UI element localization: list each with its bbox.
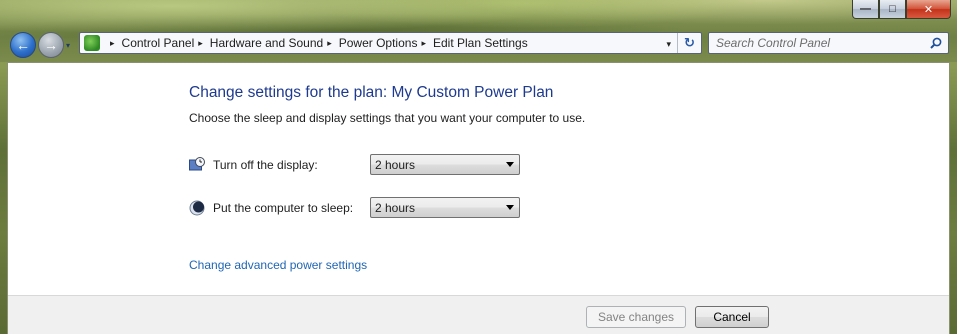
footer: Save changes Cancel: [8, 296, 949, 334]
breadcrumb-edit-plan-settings[interactable]: Edit Plan Settings: [433, 36, 528, 50]
forward-button[interactable]: →: [38, 32, 64, 58]
back-button[interactable]: ←: [10, 32, 36, 58]
sleep-timeout-select[interactable]: 2 hours: [370, 197, 520, 218]
refresh-icon: ↻: [684, 35, 695, 50]
sleep-timeout-row: Put the computer to sleep: 2 hours: [189, 197, 520, 218]
control-panel-icon: [84, 35, 100, 51]
advanced-power-settings-link[interactable]: Change advanced power settings: [189, 258, 367, 272]
content-pane: Change settings for the plan: My Custom …: [7, 62, 950, 334]
forward-arrow-icon: →: [44, 37, 58, 53]
search-input[interactable]: [716, 36, 916, 50]
display-timeout-label: Turn off the display:: [213, 157, 318, 172]
page-title: Change settings for the plan: My Custom …: [189, 84, 554, 101]
address-history-dropdown[interactable]: ▾: [666, 39, 671, 50]
display-clock-icon: [189, 156, 205, 170]
save-changes-button[interactable]: Save changes: [586, 306, 686, 328]
cancel-button[interactable]: Cancel: [695, 306, 769, 328]
breadcrumb-power-options[interactable]: Power Options: [339, 36, 418, 50]
refresh-button[interactable]: ↻: [677, 33, 701, 53]
maximize-icon: □: [889, 3, 896, 15]
sleep-timeout-label: Put the computer to sleep:: [213, 200, 354, 215]
display-timeout-row: Turn off the display: 2 hours: [189, 154, 520, 175]
breadcrumb-separator-icon[interactable]: ▸: [198, 38, 203, 49]
breadcrumb-separator-icon[interactable]: ▸: [421, 38, 426, 49]
close-icon: ✕: [923, 3, 934, 16]
breadcrumb-hardware-and-sound[interactable]: Hardware and Sound: [210, 36, 323, 50]
breadcrumb-separator-icon[interactable]: ▸: [110, 38, 115, 49]
breadcrumb-separator-icon[interactable]: ▸: [327, 38, 332, 49]
page-description: Choose the sleep and display settings th…: [189, 111, 586, 125]
dropdown-arrow-icon: [506, 162, 514, 167]
back-arrow-icon: ←: [16, 37, 30, 53]
breadcrumb-control-panel[interactable]: Control Panel: [122, 36, 195, 50]
sleep-moon-icon: [189, 200, 205, 215]
window-caption-buttons: — □ ✕: [852, 0, 951, 19]
address-bar[interactable]: ▸ Control Panel ▸ Hardware and Sound ▸ P…: [79, 32, 702, 54]
minimize-button[interactable]: —: [852, 0, 879, 19]
close-button[interactable]: ✕: [906, 0, 951, 19]
search-icon[interactable]: [930, 37, 942, 49]
search-box[interactable]: [708, 32, 949, 54]
recent-pages-dropdown[interactable]: ▾: [66, 41, 70, 50]
minimize-icon: —: [860, 3, 871, 15]
chevron-down-icon: ▾: [66, 41, 71, 50]
display-timeout-value: 2 hours: [375, 157, 416, 172]
sleep-timeout-value: 2 hours: [375, 200, 416, 215]
display-timeout-select[interactable]: 2 hours: [370, 154, 520, 175]
maximize-button[interactable]: □: [879, 0, 906, 19]
dropdown-arrow-icon: [506, 205, 514, 210]
